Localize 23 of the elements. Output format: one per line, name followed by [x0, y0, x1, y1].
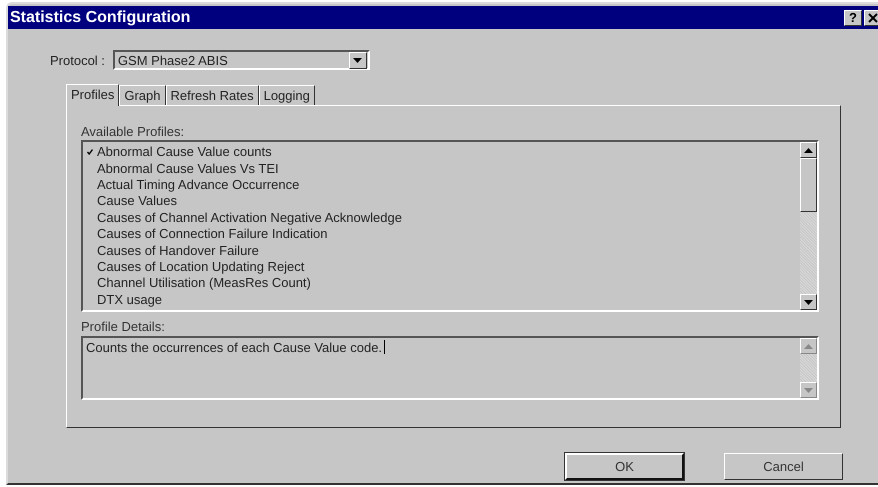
help-button[interactable]: ?	[844, 10, 862, 26]
profile-item[interactable]: Causes of Handover Failure	[83, 242, 800, 259]
profile-item[interactable]: Abnormal Cause Values Vs TEI	[83, 160, 800, 177]
profile-item[interactable]: Causes of Channel Activation Negative Acknowledge	[83, 210, 800, 226]
protocol-dropdown[interactable]: GSM Phase2 ABIS	[112, 50, 370, 70]
tab[interactable]: Graph	[119, 85, 166, 105]
protocol-label: Protocol :	[50, 52, 105, 68]
profile-item[interactable]: Cause Values	[83, 193, 800, 210]
ok-button[interactable]: OK	[565, 453, 684, 480]
profile-item[interactable]: Abnormal Cause Value counts	[83, 144, 800, 160]
tab[interactable]: Logging	[258, 85, 315, 105]
profile-item[interactable]: Channel Utilisation (MeasRes Count)	[83, 275, 800, 292]
tab[interactable]: Refresh Rates	[166, 85, 259, 105]
profile-item[interactable]: Causes of Location Updating Reject	[83, 258, 800, 276]
profile-item[interactable]: Actual Timing Advance Occurrence	[83, 176, 800, 194]
profile-details-text: Counts the occurrences of each Cause Value code.	[86, 340, 382, 355]
window-title: Statistics Configuration	[10, 8, 190, 26]
profile-item[interactable]: Causes of Connection Failure Indication	[83, 226, 800, 242]
profile-item[interactable]: DTX usage	[83, 292, 800, 308]
cancel-button[interactable]: Cancel	[724, 453, 843, 480]
tab[interactable]: Profiles	[66, 84, 120, 106]
profile-details-label: Profile Details:	[81, 319, 166, 334]
available-profiles-label: Available Profiles:	[81, 124, 186, 139]
